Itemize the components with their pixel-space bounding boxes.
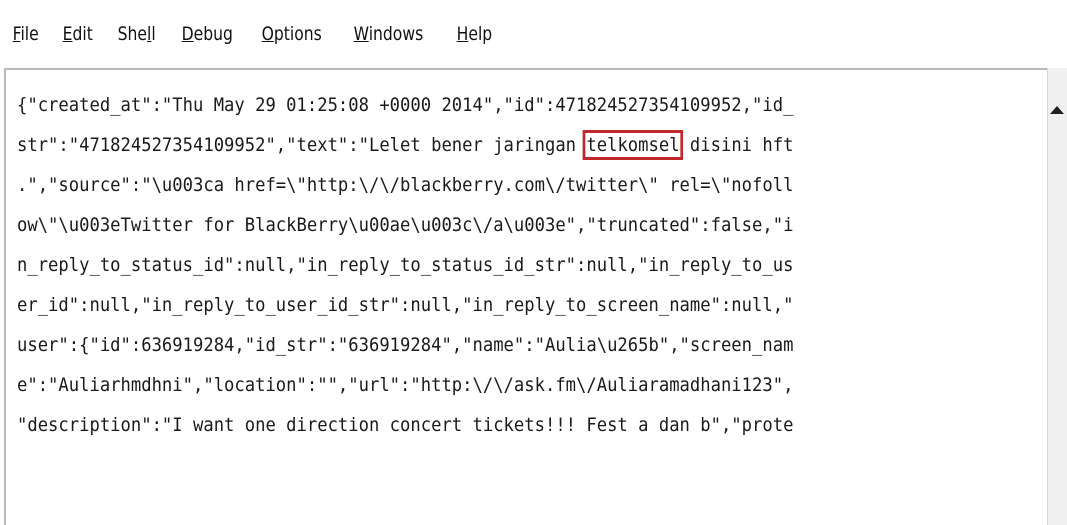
menu-debug[interactable]: Debug bbox=[180, 23, 235, 45]
output-line: ow\"\u003eTwitter for BlackBerry\u00ae\u… bbox=[17, 214, 794, 236]
vertical-scrollbar[interactable] bbox=[1047, 68, 1067, 525]
output-line: user":{"id":636919284,"id_str":"63691928… bbox=[17, 334, 794, 356]
output-line: n_reply_to_status_id":null,"in_reply_to_… bbox=[17, 254, 794, 276]
menu-edit[interactable]: Edit bbox=[61, 23, 94, 45]
highlight-box-telkomsel: telkomsel bbox=[582, 130, 684, 160]
menu-options[interactable]: Options bbox=[260, 23, 323, 45]
output-line: {"created_at":"Thu May 29 01:25:08 +0000… bbox=[17, 94, 794, 116]
output-line: e":"Auliarhmdhni","location":"","url":"h… bbox=[17, 374, 794, 396]
menu-shell[interactable]: Shell bbox=[116, 23, 157, 45]
menu-windows[interactable]: Windows bbox=[352, 23, 425, 45]
scroll-up-arrow-icon[interactable] bbox=[1050, 106, 1064, 114]
menu-help[interactable]: Help bbox=[455, 23, 494, 45]
menu-bar: File Edit Shell Debug Options Windows He… bbox=[0, 0, 1067, 68]
output-line: .","source":"\u003ca href=\"http:\/\/bla… bbox=[17, 174, 794, 196]
output-line: er_id":null,"in_reply_to_user_id_str":nu… bbox=[17, 294, 794, 316]
output-line: str":"471824527354109952","text":"Lelet … bbox=[17, 130, 794, 160]
output-line: "description":"I want one direction conc… bbox=[17, 414, 794, 436]
menu-file[interactable]: File bbox=[11, 23, 40, 45]
